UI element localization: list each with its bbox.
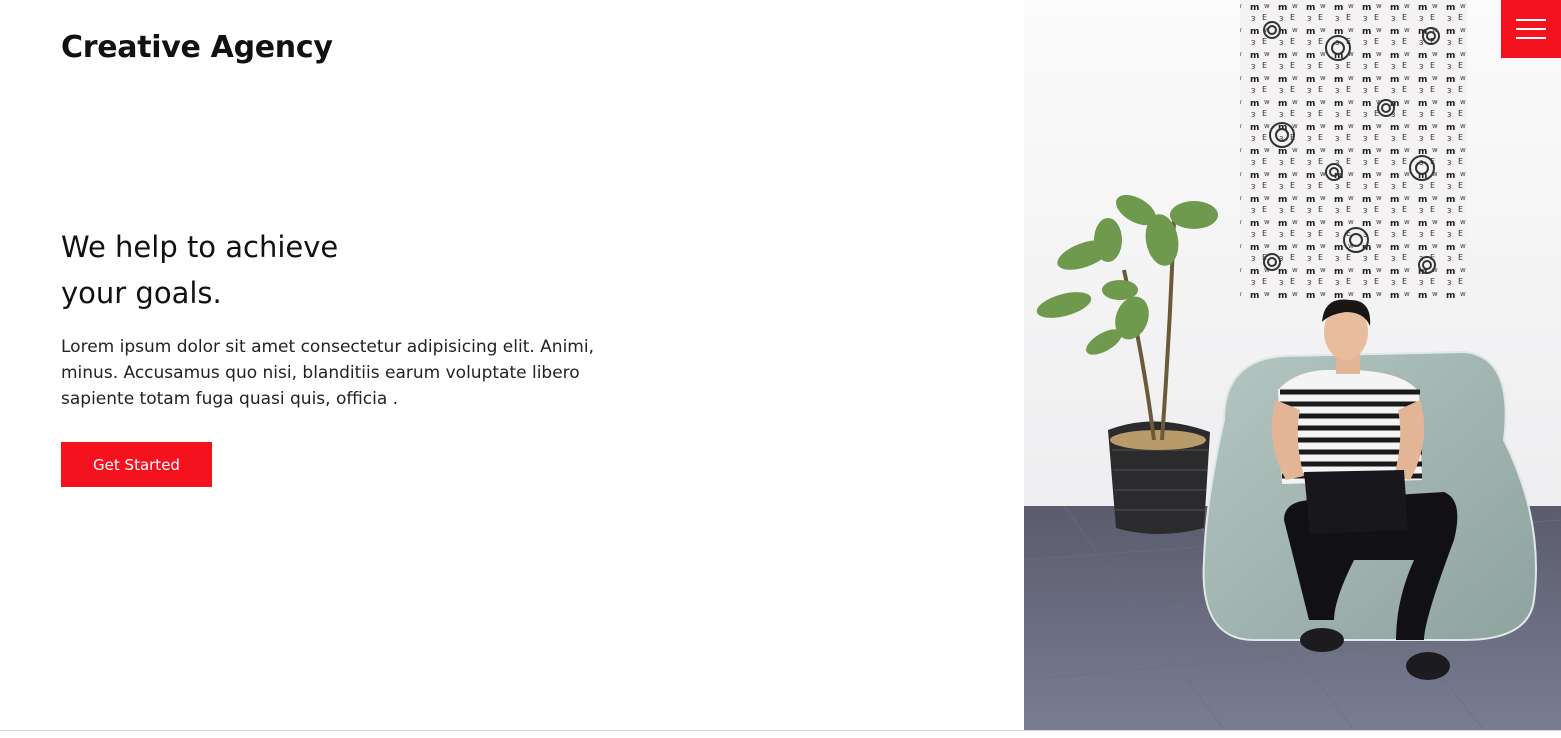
section-divider [0,730,1561,731]
hero-headline: We help to achieve your goals. [61,224,581,316]
hamburger-icon-bar [1516,37,1546,39]
page: Creative Agency We help to achieve your … [0,0,1561,738]
hamburger-icon-bar [1516,28,1546,30]
hamburger-menu-button[interactable] [1501,0,1561,58]
get-started-button[interactable]: Get Started [61,442,212,487]
hero-description: Lorem ipsum dolor sit amet consectetur a… [61,337,594,409]
hero-image: m E w 3 [1024,0,1561,730]
hamburger-icon [1516,19,1546,21]
hero-headline-line-2: your goals. [61,276,222,310]
hero-headline-line-1: We help to achieve [61,230,339,264]
brand-logo[interactable]: Creative Agency [61,30,333,65]
